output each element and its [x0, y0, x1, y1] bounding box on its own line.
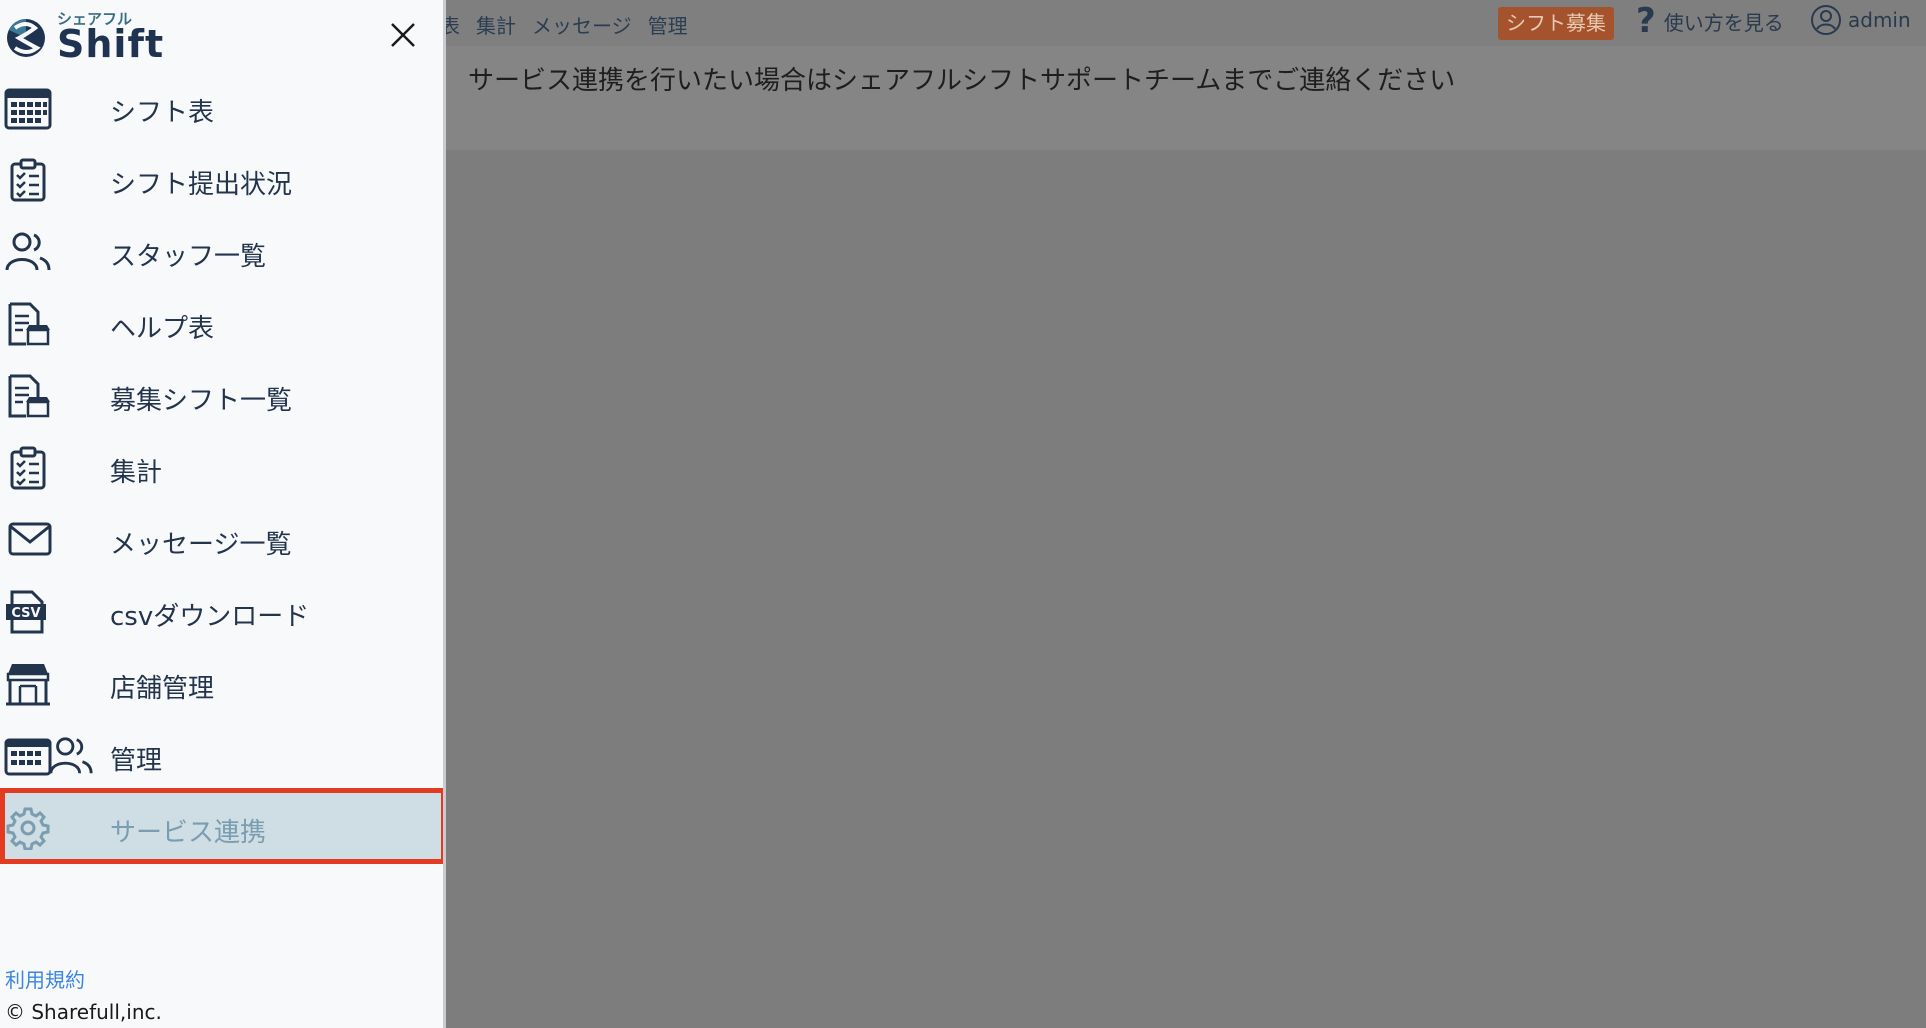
menu-item-totals[interactable]: 集計	[0, 432, 443, 504]
document-store-icon	[8, 374, 50, 418]
users-icon	[49, 737, 93, 774]
menu-item-message-list[interactable]: メッセージ一覧	[0, 504, 443, 576]
close-icon[interactable]	[386, 18, 420, 52]
top-nav: 表 集計 メッセージ 管理	[440, 10, 688, 39]
help-link[interactable]: ? 使い方を見る	[1636, 1, 1784, 41]
question-icon: ?	[1636, 1, 1656, 41]
document-store-icon	[8, 302, 50, 346]
calendar-grid-icon	[4, 738, 52, 776]
menu-label: シフト提出状況	[110, 170, 293, 200]
drawer-menu: シフト表 シフト提出状況 スタッフ一覧 ヘルプ表 募集シフト一覧 集計 メッセー…	[0, 72, 443, 864]
menu-item-shift-submission[interactable]: シフト提出状況	[0, 144, 443, 216]
terms-link[interactable]: 利用規約	[5, 964, 85, 993]
menu-label: 集計	[110, 458, 163, 488]
user-name: admin	[1848, 8, 1911, 32]
shift-recruit-button[interactable]: シフト募集	[1498, 7, 1614, 40]
user-menu[interactable]: admin	[1810, 4, 1911, 36]
info-banner: サービス連携を行いたい場合はシェアフルシフトサポートチームまでご連絡ください	[444, 46, 1926, 150]
menu-item-store-admin[interactable]: 店舗管理	[0, 648, 443, 720]
clipboard-check-icon	[10, 158, 46, 202]
menu-label: スタッフ一覧	[110, 242, 267, 272]
menu-label: シフト表	[110, 98, 215, 128]
calendar-grid-icon	[4, 88, 52, 130]
menu-item-help-table[interactable]: ヘルプ表	[0, 288, 443, 360]
drawer-edge	[443, 0, 446, 1028]
menu-item-admin[interactable]: 管理	[0, 720, 443, 792]
gear-icon	[6, 807, 50, 850]
menu-item-staff-list[interactable]: スタッフ一覧	[0, 216, 443, 288]
help-label: 使い方を見る	[1663, 10, 1784, 35]
svg-text:CSV: CSV	[11, 606, 40, 621]
menu-label: csvダウンロード	[110, 602, 310, 632]
nav-item-messages[interactable]: メッセージ	[532, 10, 632, 39]
logo-big-text: Shift	[57, 22, 165, 66]
logo: シェアフル Shift	[5, 8, 185, 66]
banner-message: サービス連携を行いたい場合はシェアフルシフトサポートチームまでご連絡ください	[468, 66, 1456, 96]
clipboard-check-icon	[10, 446, 46, 490]
envelope-icon	[8, 522, 52, 556]
menu-item-shift-table[interactable]: シフト表	[0, 72, 443, 144]
side-drawer: シェアフル Shift シフト表 シフト提出状況 スタッフ一覧 ヘルプ表 募集シ…	[0, 0, 446, 1028]
nav-item-admin[interactable]: 管理	[648, 10, 688, 39]
logo-mark-icon	[7, 19, 45, 57]
menu-label: サービス連携	[110, 818, 267, 848]
users-icon	[5, 232, 51, 271]
store-icon	[6, 664, 50, 706]
copyright-text: © Sharefull,inc.	[5, 1000, 162, 1024]
menu-label: 募集シフト一覧	[110, 386, 293, 416]
menu-item-service-integration[interactable]: サービス連携	[0, 792, 443, 864]
user-circle-icon	[1811, 5, 1841, 35]
menu-item-csv-download[interactable]: CSV csvダウンロード	[0, 576, 443, 648]
nav-item-totals[interactable]: 集計	[476, 10, 516, 39]
menu-label: メッセージ一覧	[110, 530, 292, 560]
menu-item-recruit-list[interactable]: 募集シフト一覧	[0, 360, 443, 432]
menu-label: 管理	[110, 746, 163, 776]
csv-file-icon: CSV	[6, 590, 46, 634]
menu-label: ヘルプ表	[110, 314, 215, 344]
menu-label: 店舗管理	[110, 674, 215, 704]
